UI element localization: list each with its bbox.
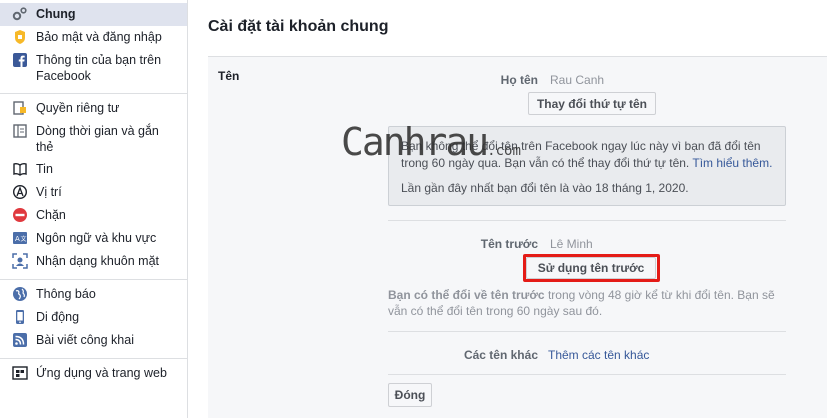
sidebar-item-mobile[interactable]: Di động [0,306,187,329]
sidebar-item-label: Quyền riêng tư [36,101,120,115]
watermark-domain: .com [487,143,521,159]
last-change-text: Lần gần đây nhất bạn đổi tên là vào 18 t… [401,181,689,195]
book-icon [12,161,28,177]
sidebar-item-security[interactable]: Bảo mật và đăng nhập [0,26,187,49]
sidebar-item-label: Bài viết công khai [36,333,134,347]
sidebar-item-face-recognition[interactable]: Nhận dạng khuôn mặt [0,250,187,273]
badge-icon [12,29,28,45]
divider [388,220,786,221]
sidebar-item-label: Ngôn ngữ và khu vực [36,231,157,245]
sidebar-item-apps[interactable]: Ứng dụng và trang web [0,362,187,385]
sidebar-group-account: Chung Bảo mật và đăng nhập Thông tin của… [0,0,187,94]
divider [388,374,786,375]
face-recognition-icon [12,253,28,269]
section-label: Tên [218,69,240,83]
sidebar-item-label: Chung [36,7,76,21]
svg-text:A: A [15,235,20,243]
sidebar-group-notifications: Thông báo Di động Bài viết công khai [0,280,187,359]
watermark-text: Canhrau [341,120,489,164]
gears-icon [12,6,28,22]
previous-name-value: Lê Minh [550,237,593,251]
sidebar-item-label: Dòng thời gian và gắn thẻ [36,124,159,154]
sidebar-item-label: Chặn [36,208,66,222]
change-name-order-button[interactable]: Thay đổi thứ tự tên [528,92,656,115]
highlight-box [523,254,660,282]
sidebar-item-your-facebook-info[interactable]: Thông tin của bạn trên Facebook [0,49,187,87]
sidebar-item-label: Ứng dụng và trang web [36,366,167,380]
lock-icon [12,100,28,116]
block-icon [12,207,28,223]
sidebar-item-public-posts[interactable]: Bài viết công khai [0,329,187,352]
sidebar-item-language[interactable]: A文 Ngôn ngữ và khu vực [0,227,187,250]
help-bold-text: Bạn có thể đổi về tên trước [388,288,545,302]
sidebar-item-notifications[interactable]: Thông báo [0,283,187,306]
location-icon [12,184,28,200]
sidebar-item-label: Di động [36,310,80,324]
sidebar-group-privacy: Quyền riêng tư Dòng thời gian và gắn thẻ… [0,94,187,280]
apps-icon [12,365,28,381]
sidebar-item-label: Nhận dạng khuôn mặt [36,254,160,268]
page-title: Cài đặt tài khoản chung [208,18,389,35]
sidebar-item-privacy[interactable]: Quyền riêng tư [0,97,187,120]
language-icon: A文 [12,230,28,246]
sidebar-item-label: Thông báo [36,287,96,301]
sidebar-group-apps: Ứng dụng và trang web [0,359,187,391]
sidebar-item-label: Bảo mật và đăng nhập [36,30,162,44]
timeline-icon [12,123,28,139]
full-name-label: Họ tên [500,73,538,87]
learn-more-link[interactable]: Tìm hiểu thêm. [692,156,772,170]
settings-sidebar: Chung Bảo mật và đăng nhập Thông tin của… [0,0,188,418]
sidebar-item-label: Vị trí [36,185,62,199]
sidebar-item-label: Tin [36,162,53,176]
sidebar-item-stories[interactable]: Tin [0,158,187,181]
facebook-icon [12,52,28,68]
name-section: Tên Họ tên Rau Canh Thay đổi thứ tự tên … [208,57,827,418]
sidebar-item-timeline[interactable]: Dòng thời gian và gắn thẻ [0,120,187,158]
rss-icon [12,332,28,348]
sidebar-item-blocking[interactable]: Chặn [0,204,187,227]
full-name-value: Rau Canh [550,73,605,87]
previous-name-label: Tên trước [480,237,538,251]
globe-icon [12,286,28,302]
sidebar-item-label: Thông tin của bạn trên Facebook [36,53,162,83]
previous-name-help: Bạn có thể đổi về tên trước trong vòng 4… [388,287,788,319]
sidebar-item-location[interactable]: Vị trí [0,181,187,204]
close-button[interactable]: Đóng [388,383,432,407]
watermark: Canhrau.com [341,120,521,164]
divider [388,331,786,332]
other-names-label: Các tên khác [463,348,538,362]
mobile-icon [12,309,28,325]
add-other-names-link[interactable]: Thêm các tên khác [548,348,649,362]
settings-main: Cài đặt tài khoản chung Tên Họ tên Rau C… [188,0,827,418]
sidebar-item-general[interactable]: Chung [0,3,187,26]
svg-text:文: 文 [21,235,27,243]
